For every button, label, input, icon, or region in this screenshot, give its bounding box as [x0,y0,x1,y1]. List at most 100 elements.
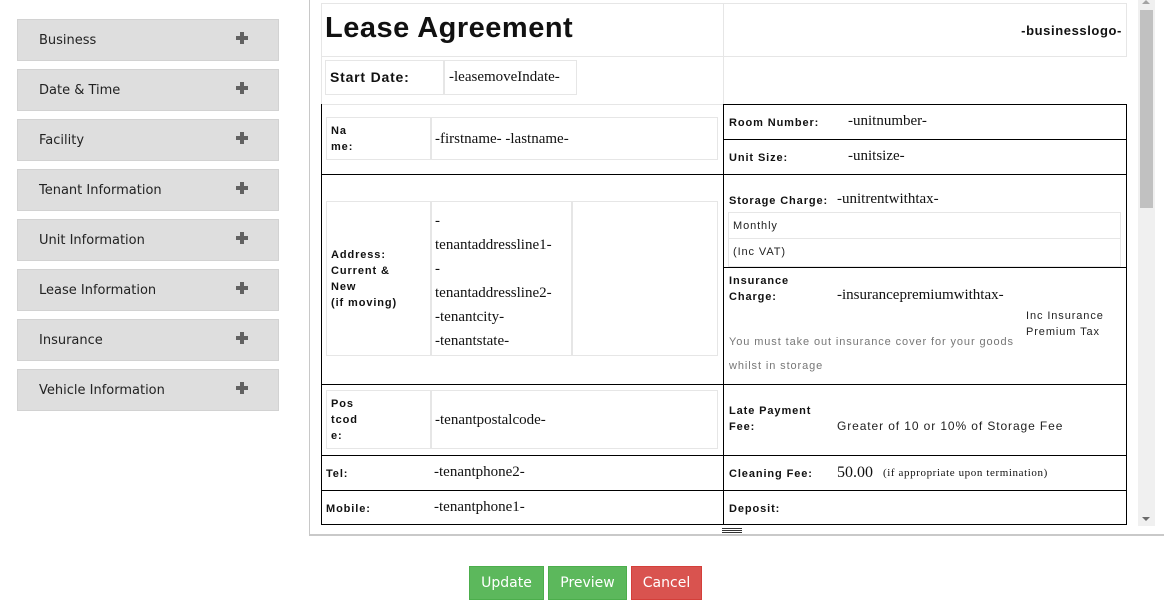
name-label-line: me: [331,141,354,153]
address-label-cell: Address: Current & New (if moving) [326,201,431,356]
accordion-label: Date & Time [39,83,121,98]
plus-icon[interactable] [236,82,248,94]
start-date-value: -leasemoveIndate- [449,69,560,85]
table-resize-handle[interactable] [722,528,742,533]
postcode-value: -tenantpostalcode- [435,412,546,428]
accordion-label: Facility [39,133,85,148]
table-border [321,104,322,525]
row-divider [321,174,724,175]
storage-period-cell: Monthly [728,212,1121,239]
late-fee-value: Greater of 10 or 10% of Storage Fee [837,419,1064,433]
insurance-notice: whilst in storage [729,360,824,372]
table-divider [723,104,724,525]
storage-vat-note: (Inc VAT) [733,246,786,258]
address-label: Address: Current & New (if moving) [331,247,397,311]
late-fee-label-line: Late Payment [729,405,812,417]
address-line: - [435,213,440,229]
lease-document[interactable]: Lease Agreement -businesslogo- Start Dat… [310,0,1138,534]
name-value: -firstname- -lastname- [435,131,569,147]
accordion-label: Business [39,33,97,48]
accordion-item-date-time[interactable]: Date & Time [17,69,279,111]
accordion-item-tenant-information[interactable]: Tenant Information [17,169,279,211]
row-divider [321,490,724,491]
postcode-value-cell: -tenantpostalcode- [431,390,718,449]
plus-icon[interactable] [236,282,248,294]
room-number-label: Room Number: [729,117,820,129]
row-divider [723,139,1127,140]
mobile-value: -tenantphone1- [434,499,525,515]
address-line: -tenantstate- [435,333,510,349]
accordion-label: Unit Information [39,233,145,248]
late-fee-label-line: Fee: [729,421,756,433]
business-logo-placeholder: -businesslogo- [1021,23,1122,38]
start-date-label: Start Date: [330,69,410,85]
title-cell: Lease Agreement [321,3,724,57]
row-divider [321,384,724,385]
plus-icon[interactable] [236,232,248,244]
scrollbar-thumb[interactable] [1140,10,1153,208]
row-divider [723,490,1127,491]
insurance-tax-note: Inc Insurance Premium Tax [1026,308,1104,340]
insurance-label-line: Insurance [729,275,790,287]
postcode-label-cell: Pos tcod e: [326,390,431,449]
table-border [1126,104,1127,525]
postcode-label: Pos tcod e: [331,396,358,444]
accordion-item-unit-information[interactable]: Unit Information [17,219,279,261]
table-border [723,104,1127,105]
mobile-label: Mobile: [326,503,371,515]
postcode-label-line: tcod [331,414,358,426]
row-divider [723,384,1127,385]
postcode-label-line: Pos [331,398,354,410]
cancel-button[interactable]: Cancel [631,566,702,600]
insurance-label: Insurance Charge: [729,273,789,305]
insurance-tax-note-line: Inc Insurance [1026,310,1104,322]
accordion-item-vehicle-information[interactable]: Vehicle Information [17,369,279,411]
plus-icon[interactable] [236,182,248,194]
address-line: - [435,261,440,277]
name-value-cell: -firstname- -lastname- [431,117,718,160]
logo-cell: -businesslogo- [723,3,1127,57]
insurance-value: -insurancepremiumwithtax- [837,287,1004,303]
plus-icon[interactable] [236,382,248,394]
row-divider [723,267,1127,268]
preview-button[interactable]: Preview [548,566,627,600]
accordion-label: Tenant Information [39,183,162,198]
cleaning-fee-value: 50.00 [837,464,873,481]
row-divider [321,455,724,456]
scroll-down-arrow-icon[interactable] [1142,517,1150,521]
storage-charge-value: -unitrentwithtax- [837,191,939,207]
address-line: tenantaddressline2- [435,285,552,301]
document-editor[interactable]: Lease Agreement -businesslogo- Start Dat… [309,0,1164,536]
tel-label: Tel: [326,468,349,480]
accordion-item-facility[interactable]: Facility [17,119,279,161]
address-line: -tenantcity- [435,309,505,325]
accordion-item-insurance[interactable]: Insurance [17,319,279,361]
update-button[interactable]: Update [469,566,544,600]
deposit-label: Deposit: [729,503,781,515]
accordion-label: Insurance [39,333,103,348]
plus-icon[interactable] [236,32,248,44]
storage-charge-label: Storage Charge: [729,195,829,207]
unit-size-label: Unit Size: [729,152,789,164]
room-number-value: -unitnumber- [848,113,927,129]
name-label: Na me: [331,123,353,155]
scroll-up-arrow-icon[interactable] [1142,0,1150,4]
plus-icon[interactable] [236,332,248,344]
insurance-tax-note-line: Premium Tax [1026,326,1100,338]
address-line: tenantaddressline1- [435,237,552,253]
accordion-label: Vehicle Information [39,383,165,398]
table-border [321,524,1127,525]
row-divider [723,174,1127,175]
insurance-notice: You must take out insurance cover for yo… [729,336,1014,348]
accordion-item-business[interactable]: Business [17,19,279,61]
insurance-label-line: Charge: [729,291,777,303]
vertical-scrollbar[interactable] [1138,0,1155,526]
address-label-line: (if moving) [331,297,398,309]
document-title: Lease Agreement [325,12,574,44]
accordion-item-lease-information[interactable]: Lease Information [17,269,279,311]
address-label-line: Address: [331,249,386,261]
accordion-label: Lease Information [39,283,157,298]
plus-icon[interactable] [236,132,248,144]
row-divider [723,455,1127,456]
name-label-line: Na [331,125,347,137]
